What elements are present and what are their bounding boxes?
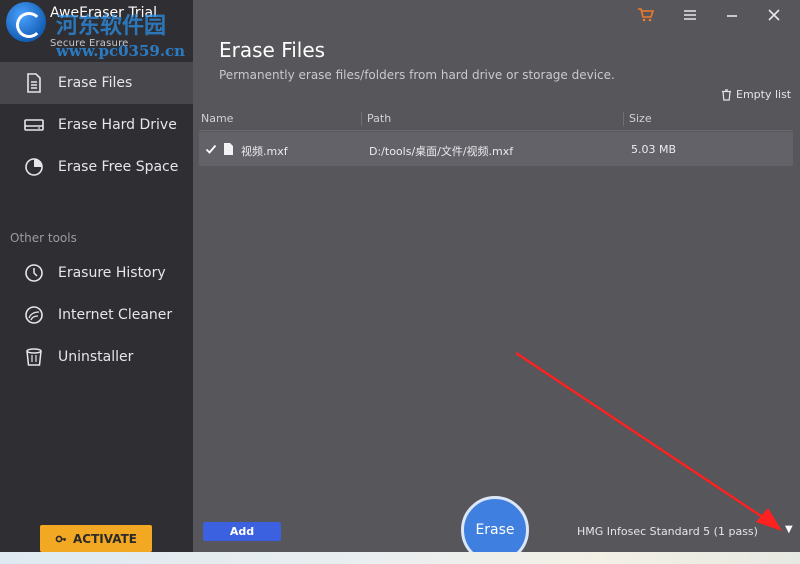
annotation-arrow-icon (515, 352, 782, 531)
app-window: AweEraser Trial Secure Erasure Erase Fil… (0, 0, 800, 564)
desktop-background (0, 552, 800, 564)
